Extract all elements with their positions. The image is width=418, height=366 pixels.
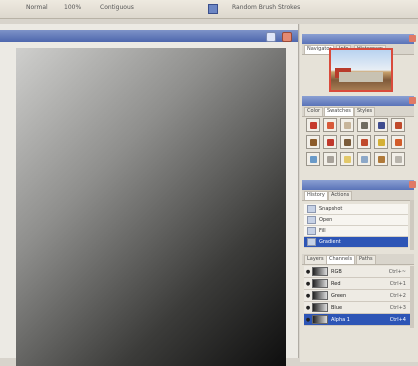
swatch-color-chip	[327, 156, 334, 163]
open-icon	[307, 216, 316, 224]
tab-channels[interactable]: Channels	[326, 255, 356, 264]
swatch-color-chip	[344, 122, 351, 129]
history-item-selected[interactable]: Gradient	[304, 237, 408, 248]
swatch-color-chip	[361, 139, 368, 146]
close-icon[interactable]	[409, 181, 416, 188]
color-swatch[interactable]	[357, 152, 371, 166]
eye-icon[interactable]: ●	[304, 317, 312, 323]
swatch-color-chip	[395, 156, 402, 163]
tab-color[interactable]: Color	[304, 107, 324, 116]
opacity-label[interactable]: 100%	[64, 4, 81, 11]
channel-row[interactable]: ● RGB Ctrl+~	[304, 266, 410, 278]
color-swatch[interactable]	[340, 135, 354, 149]
color-swatch[interactable]	[374, 135, 388, 149]
gradient-icon	[307, 238, 316, 246]
channels-tabs: Layers Channels Paths	[302, 254, 414, 265]
swatches-palette: Color Swatches Styles	[302, 96, 416, 174]
swatch-color-chip	[310, 122, 317, 129]
thumbnail-wall	[339, 72, 383, 82]
style-label[interactable]: Random Brush Strokes	[232, 4, 300, 11]
history-item[interactable]: Snapshot	[304, 204, 408, 215]
color-swatch[interactable]	[340, 152, 354, 166]
color-swatch[interactable]	[306, 118, 320, 132]
swatch-color-chip	[378, 156, 385, 163]
swatch-color-chip	[327, 139, 334, 146]
channel-thumbnail	[312, 303, 328, 312]
color-swatch[interactable]	[391, 118, 405, 132]
swatch-color-chip	[395, 122, 402, 129]
history-scrollbar[interactable]	[410, 200, 414, 250]
channel-thumbnail	[312, 279, 328, 288]
color-swatch[interactable]	[323, 152, 337, 166]
eye-icon[interactable]: ●	[304, 269, 312, 275]
color-swatch[interactable]	[374, 152, 388, 166]
minimize-icon[interactable]	[266, 32, 276, 42]
close-icon[interactable]	[409, 35, 416, 42]
navigator-thumbnail[interactable]	[329, 48, 393, 92]
tab-paths[interactable]: Paths	[356, 255, 376, 264]
color-swatch[interactable]	[340, 118, 354, 132]
history-palette: History Actions Snapshot Open Fill Gradi…	[302, 180, 416, 252]
swatch-grid	[306, 118, 405, 166]
color-swatch[interactable]	[323, 118, 337, 132]
swatches-tabs: Color Swatches Styles	[302, 106, 414, 117]
options-bar: Normal 100% Contiguous Random Brush Stro…	[0, 0, 418, 19]
tab-actions[interactable]: Actions	[328, 191, 353, 200]
close-icon[interactable]	[409, 97, 416, 104]
color-swatch[interactable]	[306, 152, 320, 166]
swatch-color-chip	[361, 156, 368, 163]
swatch-color-chip	[327, 122, 334, 129]
document-window	[0, 24, 299, 366]
eye-icon[interactable]: ●	[304, 281, 312, 287]
channel-row[interactable]: ● Green Ctrl+2	[304, 290, 410, 302]
swatches-titlebar[interactable]	[302, 96, 416, 106]
channels-palette: Layers Channels Paths ● RGB Ctrl+~ ● Red C…	[302, 254, 414, 346]
channel-thumbnail	[312, 291, 328, 300]
fill-icon	[307, 227, 316, 235]
history-item[interactable]: Open	[304, 215, 408, 226]
channel-row[interactable]: ● Blue Ctrl+3	[304, 302, 410, 314]
snapshot-icon	[307, 205, 316, 213]
navigator-titlebar[interactable]	[302, 34, 416, 44]
swatch-color-chip	[344, 139, 351, 146]
tab-styles[interactable]: Styles	[354, 107, 376, 116]
color-swatch[interactable]	[391, 135, 405, 149]
tab-layers[interactable]: Layers	[304, 255, 327, 264]
channel-row-selected[interactable]: ● Alpha 1 Ctrl+4	[304, 314, 410, 326]
swatch-color-chip	[378, 122, 385, 129]
tab-history[interactable]: History	[304, 191, 328, 200]
tab-swatches[interactable]: Swatches	[324, 107, 354, 116]
swatch-color-chip	[310, 139, 317, 146]
channels-scrollbar[interactable]	[410, 266, 414, 328]
color-swatch[interactable]	[323, 135, 337, 149]
color-swatch[interactable]	[357, 118, 371, 132]
swatch-color-chip	[361, 122, 368, 129]
mode-label[interactable]: Normal	[26, 4, 48, 11]
history-tabs: History Actions	[302, 190, 414, 201]
swatch-color-chip	[378, 139, 385, 146]
eye-icon[interactable]: ●	[304, 305, 312, 311]
close-icon[interactable]	[282, 32, 292, 42]
channel-thumbnail	[312, 315, 328, 324]
eye-icon[interactable]: ●	[304, 293, 312, 299]
brush-icon[interactable]	[208, 4, 218, 14]
swatch-color-chip	[395, 139, 402, 146]
swatch-color-chip	[310, 156, 317, 163]
color-swatch[interactable]	[374, 118, 388, 132]
color-swatch[interactable]	[306, 135, 320, 149]
option-label[interactable]: Contiguous	[100, 4, 134, 11]
channel-thumbnail	[312, 267, 328, 276]
color-swatch[interactable]	[357, 135, 371, 149]
color-swatch[interactable]	[391, 152, 405, 166]
history-item[interactable]: Fill	[304, 226, 408, 237]
channel-row[interactable]: ● Red Ctrl+1	[304, 278, 410, 290]
swatch-color-chip	[344, 156, 351, 163]
document-titlebar[interactable]	[0, 30, 298, 42]
history-titlebar[interactable]	[302, 180, 416, 190]
navigator-palette: Navigator Info Histogram	[302, 34, 416, 94]
gradient-canvas[interactable]	[16, 48, 286, 366]
